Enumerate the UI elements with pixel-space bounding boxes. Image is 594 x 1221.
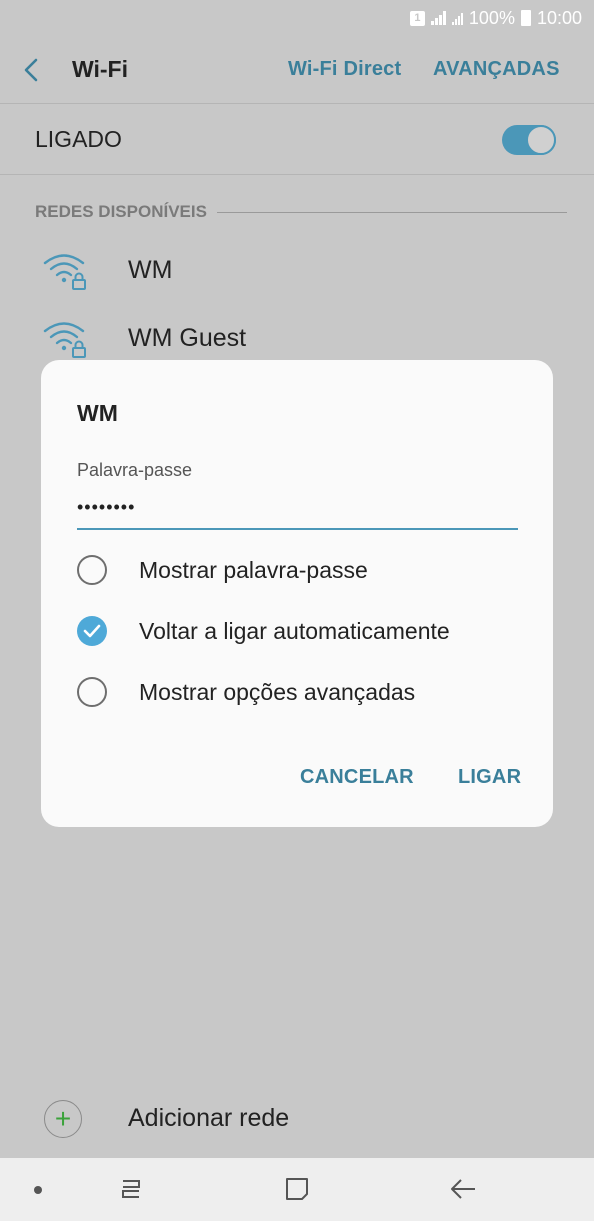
- sim-badge: 1: [409, 10, 425, 26]
- cancel-button[interactable]: CANCELAR: [300, 766, 414, 789]
- wifi-lock-icon: [43, 322, 86, 358]
- plus-circle-icon: +: [44, 1100, 82, 1138]
- toolbar: Wi-Fi Wi-Fi Direct AVANÇADAS: [0, 36, 594, 104]
- back-nav-button[interactable]: [443, 1172, 483, 1206]
- battery-percent: 100%: [468, 7, 515, 28]
- auto-reconnect-option[interactable]: Voltar a ligar automaticamente: [77, 609, 518, 653]
- add-network-label: Adicionar rede: [128, 1104, 290, 1132]
- nav-dot-icon[interactable]: [34, 1186, 42, 1194]
- back-arrow-icon: [451, 1179, 475, 1199]
- home-icon: [286, 1178, 308, 1200]
- show-password-checkbox[interactable]: [77, 555, 107, 585]
- clock: 10:00: [536, 7, 582, 28]
- password-label: Palavra-passe: [77, 460, 193, 480]
- wifi-master-switch-row[interactable]: LIGADO: [0, 105, 594, 175]
- wifi-direct-button[interactable]: Wi-Fi Direct: [288, 58, 401, 81]
- toggle-knob: [526, 125, 556, 155]
- signal-icon-secondary: [451, 11, 463, 25]
- check-icon: [83, 624, 101, 638]
- battery-icon: [520, 10, 531, 26]
- network-item[interactable]: WM: [0, 236, 594, 304]
- add-network-item[interactable]: + Adicionar rede: [0, 1092, 594, 1148]
- page-title: Wi-Fi: [72, 56, 128, 82]
- available-networks-header: REDES DISPONÍVEIS: [35, 200, 567, 224]
- show-password-option[interactable]: Mostrar palavra-passe: [77, 548, 518, 592]
- recent-apps-icon: [122, 1180, 140, 1198]
- option-label: Mostrar opções avançadas: [139, 678, 416, 705]
- recent-apps-button[interactable]: [111, 1172, 151, 1206]
- auto-reconnect-checkbox[interactable]: [77, 616, 107, 646]
- section-header-label: REDES DISPONÍVEIS: [35, 202, 207, 221]
- wifi-password-dialog: WM Palavra-passe •••••••• Mostrar palavr…: [41, 360, 553, 827]
- advanced-options-option[interactable]: Mostrar opções avançadas: [77, 670, 518, 714]
- advanced-options-checkbox[interactable]: [77, 677, 107, 707]
- connect-button[interactable]: LIGAR: [458, 766, 521, 789]
- status-bar: 1 100% 10:00: [0, 0, 594, 36]
- home-button[interactable]: [277, 1172, 317, 1206]
- dialog-title: WM: [77, 400, 118, 426]
- signal-icon: [430, 11, 446, 25]
- wifi-toggle[interactable]: [502, 125, 556, 155]
- section-divider: [216, 211, 567, 213]
- wifi-lock-icon: [43, 254, 86, 290]
- option-label: Voltar a ligar automaticamente: [139, 617, 450, 644]
- master-switch-label: LIGADO: [35, 126, 122, 152]
- option-label: Mostrar palavra-passe: [139, 556, 368, 583]
- network-name: WM Guest: [128, 323, 247, 352]
- navigation-bar: [0, 1158, 594, 1221]
- back-button[interactable]: [22, 57, 62, 83]
- network-name: WM: [128, 255, 173, 284]
- password-input[interactable]: ••••••••: [77, 486, 518, 530]
- chevron-left-icon: [24, 58, 38, 81]
- advanced-button[interactable]: AVANÇADAS: [433, 58, 560, 81]
- password-value: ••••••••: [77, 496, 136, 517]
